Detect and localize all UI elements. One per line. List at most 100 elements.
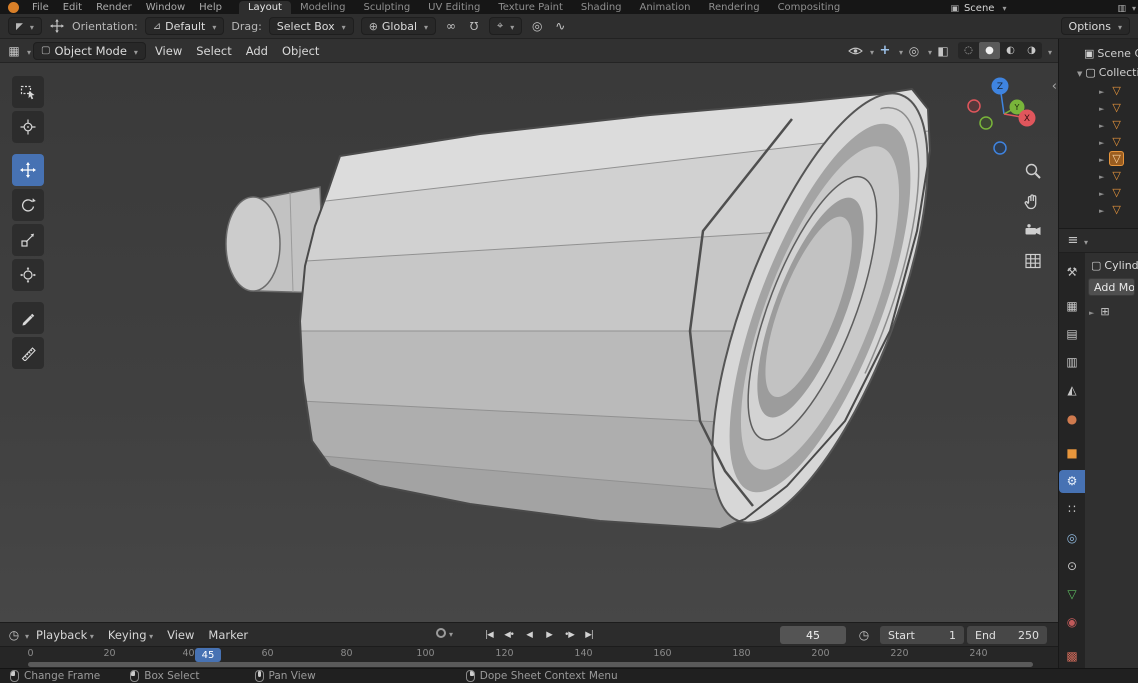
xray-toggle-icon[interactable] xyxy=(935,42,951,60)
tab-scene[interactable]: ◭ xyxy=(1059,379,1085,402)
add-modifier-button[interactable]: Add Modifier xyxy=(1088,278,1135,296)
collapsed-arrow-icon[interactable] xyxy=(1099,118,1104,131)
viewport-menu[interactable]: Object xyxy=(275,44,326,58)
collapsed-arrow-icon[interactable] xyxy=(1099,84,1104,97)
transform-orientation-dropdown[interactable]: Global xyxy=(360,17,437,35)
navigation-gizmo[interactable]: Z Y X xyxy=(967,77,1047,161)
active-tool-dropdown[interactable] xyxy=(8,17,42,35)
playhead[interactable]: 45 xyxy=(195,648,221,662)
jump-to-end[interactable]: ▶| xyxy=(580,626,598,644)
tool-rotate[interactable] xyxy=(12,189,44,221)
workspace-tab[interactable]: Animation xyxy=(631,1,700,14)
properties-editor-caret-icon[interactable] xyxy=(1081,234,1088,248)
falloff-curve-icon[interactable] xyxy=(552,17,568,35)
timeline-menu[interactable]: Playback xyxy=(29,628,101,642)
tool-move[interactable] xyxy=(12,154,44,186)
outliner-object-row[interactable] xyxy=(1059,150,1138,167)
editor-type-caret-icon[interactable] xyxy=(24,44,31,58)
overlays-caret-icon[interactable] xyxy=(925,44,932,58)
viewport-menu[interactable]: Select xyxy=(189,44,238,58)
viewport-menu[interactable]: Add xyxy=(239,44,275,58)
tab-output[interactable]: ▤ xyxy=(1059,322,1085,345)
workspace-tab[interactable]: Modeling xyxy=(291,1,355,14)
collapsed-arrow-icon[interactable] xyxy=(1099,152,1104,165)
shading-solid[interactable]: ● xyxy=(978,42,1000,59)
jump-to-start[interactable]: |◀ xyxy=(480,626,498,644)
blender-logo-icon[interactable] xyxy=(8,2,19,13)
shading-wireframe[interactable]: ◌ xyxy=(958,42,979,59)
timeline-menu[interactable]: Keying xyxy=(101,628,160,642)
outliner-object-row[interactable] xyxy=(1059,116,1138,133)
exhaust-model[interactable] xyxy=(0,63,1058,622)
shading-caret-icon[interactable] xyxy=(1045,44,1052,58)
tab-material[interactable]: ◉ xyxy=(1059,611,1085,634)
topbar-menu[interactable]: Render xyxy=(89,1,139,14)
auto-keying-toggle[interactable] xyxy=(436,626,453,640)
tab-world[interactable]: ● xyxy=(1059,407,1085,430)
topbar-menu[interactable]: Help xyxy=(192,1,229,14)
viewport-3d[interactable]: Z Y X xyxy=(0,63,1058,622)
collapsed-arrow-icon[interactable] xyxy=(1099,203,1104,216)
play[interactable]: ▶ xyxy=(540,626,558,644)
workspace-tab[interactable]: UV Editing xyxy=(419,1,489,14)
workspace-tab[interactable]: Texture Paint xyxy=(489,1,572,14)
snap-target-icon[interactable] xyxy=(443,17,459,35)
workspace-tab[interactable]: Shading xyxy=(572,1,631,14)
tab-object[interactable]: ■ xyxy=(1059,441,1085,464)
tab-constraints[interactable]: ⊙ xyxy=(1059,554,1085,577)
tool-annotate[interactable] xyxy=(12,302,44,334)
viewport-menu[interactable]: View xyxy=(148,44,189,58)
tool-transform[interactable] xyxy=(12,259,44,291)
timeline-menu[interactable]: View xyxy=(160,628,201,642)
tool-cursor[interactable] xyxy=(12,111,44,143)
timeline-ruler[interactable]: 0 20 40 60 80 100 120 140 160 180 200 220 240 45 xyxy=(0,646,1058,668)
tab-texture[interactable]: ▩ xyxy=(1059,645,1085,668)
shading-rendered[interactable]: ◑ xyxy=(1021,42,1042,59)
mode-dropdown[interactable]: Object Mode xyxy=(33,41,146,60)
stopwatch-icon[interactable] xyxy=(856,626,872,644)
view-layer-caret-icon[interactable] xyxy=(1129,3,1136,14)
tool-measure[interactable] xyxy=(12,337,44,369)
pan-hand-icon[interactable] xyxy=(1023,191,1043,211)
proportional-editing-icon[interactable] xyxy=(529,17,545,35)
outliner-object-row[interactable] xyxy=(1059,99,1138,116)
expanded-arrow-icon[interactable] xyxy=(1077,66,1082,79)
outliner-object-row[interactable] xyxy=(1059,133,1138,150)
tab-physics[interactable]: ◎ xyxy=(1059,526,1085,549)
outliner-object-row[interactable] xyxy=(1059,184,1138,201)
start-frame-field[interactable]: Start 1 xyxy=(880,626,964,644)
tab-modifiers[interactable]: ⚙ xyxy=(1059,469,1085,493)
topbar-menu[interactable]: Edit xyxy=(56,1,89,14)
timeline-editor-caret-icon[interactable] xyxy=(22,628,29,642)
collapsed-arrow-icon[interactable] xyxy=(1099,186,1104,199)
collapsed-arrow-icon[interactable] xyxy=(1089,304,1094,318)
tab-render[interactable]: ▦ xyxy=(1059,294,1085,317)
editor-type-icon[interactable] xyxy=(6,42,22,60)
view-layer-icon[interactable] xyxy=(1117,4,1126,14)
tab-tool[interactable]: ⚒ xyxy=(1059,260,1085,283)
sidebar-collapse-icon[interactable] xyxy=(1052,79,1057,94)
timeline-menu[interactable]: Marker xyxy=(201,628,255,642)
outliner-scene-collection[interactable]: Scene Collection xyxy=(1059,44,1138,63)
timeline-editor-type-icon[interactable] xyxy=(6,626,22,644)
overlays-toggle-icon[interactable] xyxy=(906,42,922,60)
properties-editor-type-icon[interactable] xyxy=(1065,232,1081,250)
modifier-row[interactable] xyxy=(1085,298,1138,318)
topbar-menu[interactable]: Window xyxy=(139,1,192,14)
timeline-scrollbar[interactable] xyxy=(28,662,1033,667)
scene-selector[interactable]: Scene xyxy=(962,3,997,14)
tab-data[interactable]: ▽ xyxy=(1059,582,1085,605)
collapsed-arrow-icon[interactable] xyxy=(1099,169,1104,182)
workspace-tab[interactable]: Compositing xyxy=(769,1,850,14)
prev-keyframe[interactable]: ◀• xyxy=(500,626,518,644)
outliner-object-row[interactable] xyxy=(1059,167,1138,184)
options-dropdown[interactable]: Options xyxy=(1060,17,1130,35)
outliner-object-row[interactable] xyxy=(1059,82,1138,99)
magnet-icon[interactable] xyxy=(466,17,482,35)
tool-select-box[interactable] xyxy=(12,76,44,108)
orientation-dropdown[interactable]: Default xyxy=(144,17,225,35)
end-frame-field[interactable]: End 250 xyxy=(967,626,1047,644)
shading-material[interactable]: ◐ xyxy=(1000,42,1021,59)
gizmos-toggle-icon[interactable] xyxy=(877,42,893,60)
outliner-object-row[interactable] xyxy=(1059,201,1138,218)
